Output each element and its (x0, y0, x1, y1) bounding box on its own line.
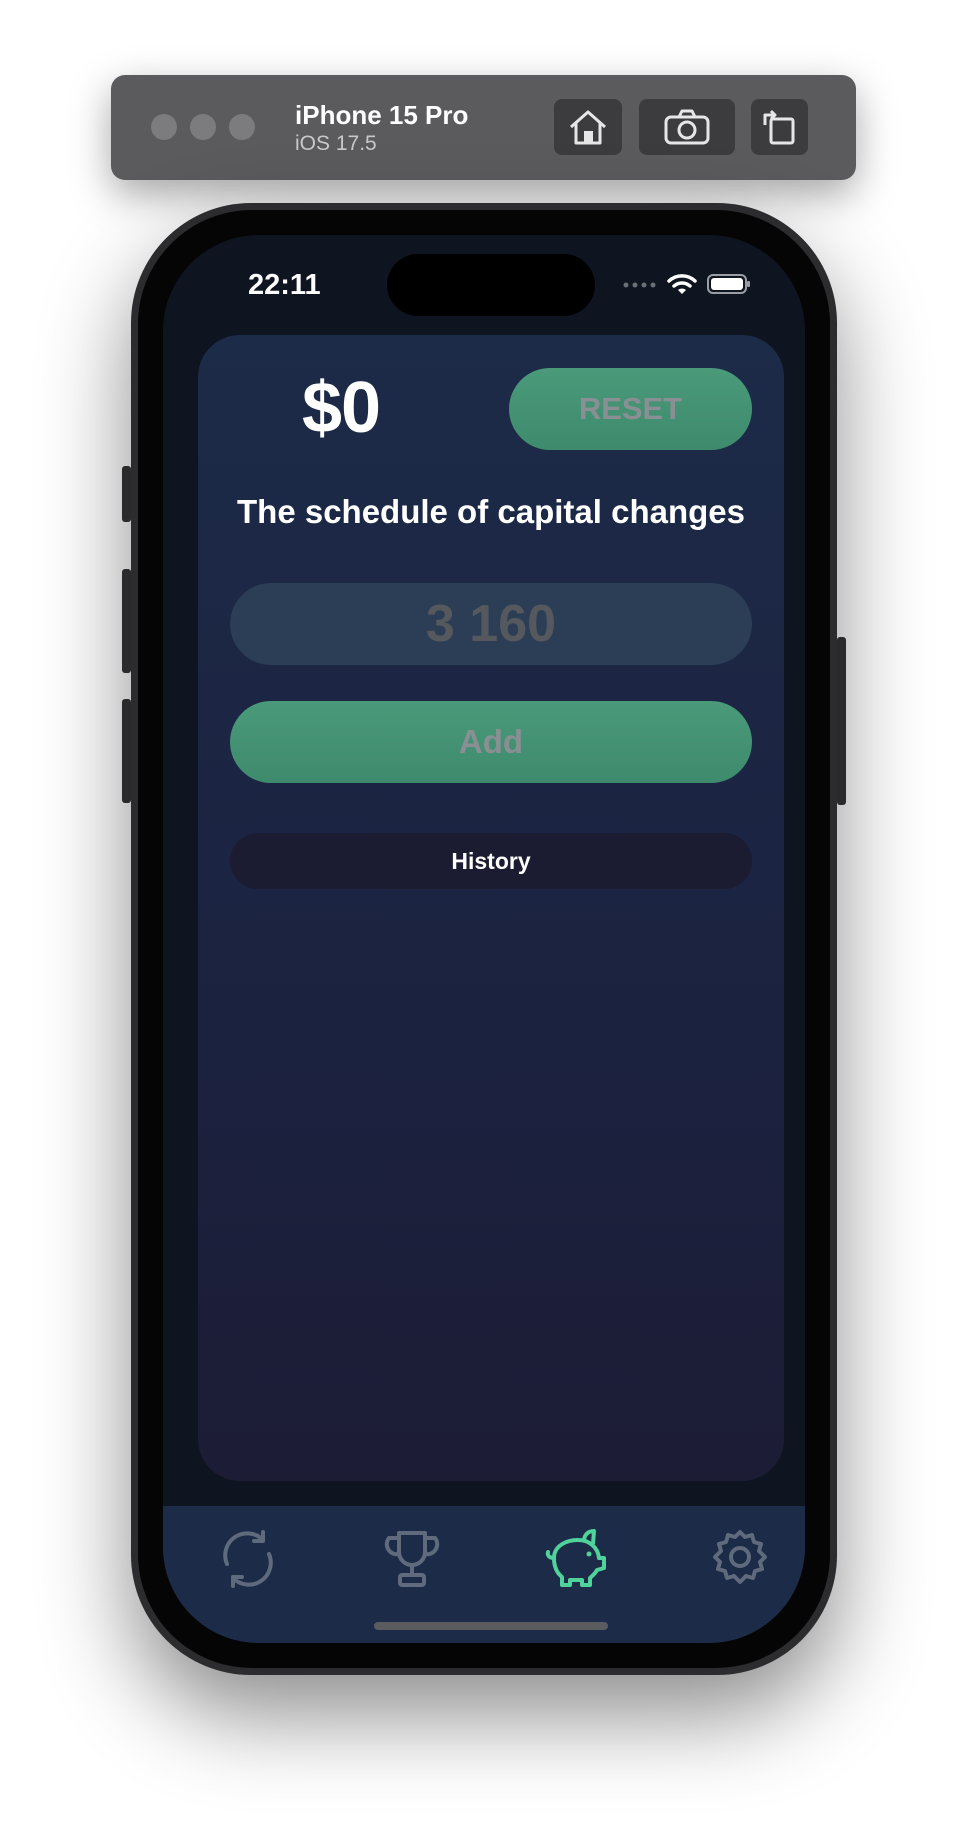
camera-icon (664, 109, 710, 145)
home-icon (570, 110, 606, 145)
device-name: iPhone 15 Pro (295, 100, 469, 130)
action-button (122, 466, 131, 522)
tab-savings[interactable] (541, 1524, 611, 1594)
tab-trophy[interactable] (377, 1524, 447, 1594)
home-indicator[interactable] (374, 1622, 608, 1630)
home-button[interactable] (554, 99, 622, 155)
volume-up-button (122, 569, 131, 673)
balance-amount: $0 (302, 368, 381, 448)
power-button (837, 637, 846, 805)
rotate-button[interactable] (751, 99, 808, 155)
signal-icon (623, 282, 656, 288)
phone-bezel: 22:11 $0 RESET The schedule of capital c… (138, 210, 830, 1668)
phone-screen: 22:11 $0 RESET The schedule of capital c… (163, 235, 805, 1643)
dynamic-island (387, 254, 595, 316)
window-minimize-dot[interactable] (190, 114, 216, 140)
trophy-icon (384, 1531, 440, 1587)
battery-icon (707, 274, 750, 294)
wifi-icon (667, 274, 697, 294)
piggy-bank-icon (545, 1529, 606, 1587)
tab-refresh[interactable] (213, 1524, 283, 1594)
tab-bar (163, 1506, 805, 1643)
status-time: 22:11 (248, 269, 321, 301)
page-title: The schedule of capital changes (237, 493, 745, 530)
reset-button[interactable]: RESET (509, 368, 752, 450)
status-icons (623, 273, 751, 295)
gear-icon (713, 1530, 767, 1584)
add-button[interactable]: Add (230, 701, 752, 783)
window-close-dot[interactable] (151, 114, 177, 140)
rotate-icon (763, 109, 794, 145)
window-zoom-dot[interactable] (229, 114, 255, 140)
tab-settings[interactable] (705, 1524, 775, 1594)
capital-card: $0 RESET The schedule of capital changes… (198, 335, 784, 1481)
refresh-icon (223, 1530, 273, 1588)
screenshot-button[interactable] (639, 99, 735, 155)
volume-down-button (122, 699, 131, 803)
simulator-toolbar: iPhone 15 Pro iOS 17.5 (111, 75, 856, 180)
iphone-frame: 22:11 $0 RESET The schedule of capital c… (122, 203, 846, 1675)
history-button[interactable]: History (230, 833, 752, 889)
os-version: iOS 17.5 (295, 132, 377, 155)
amount-input[interactable] (230, 583, 752, 665)
